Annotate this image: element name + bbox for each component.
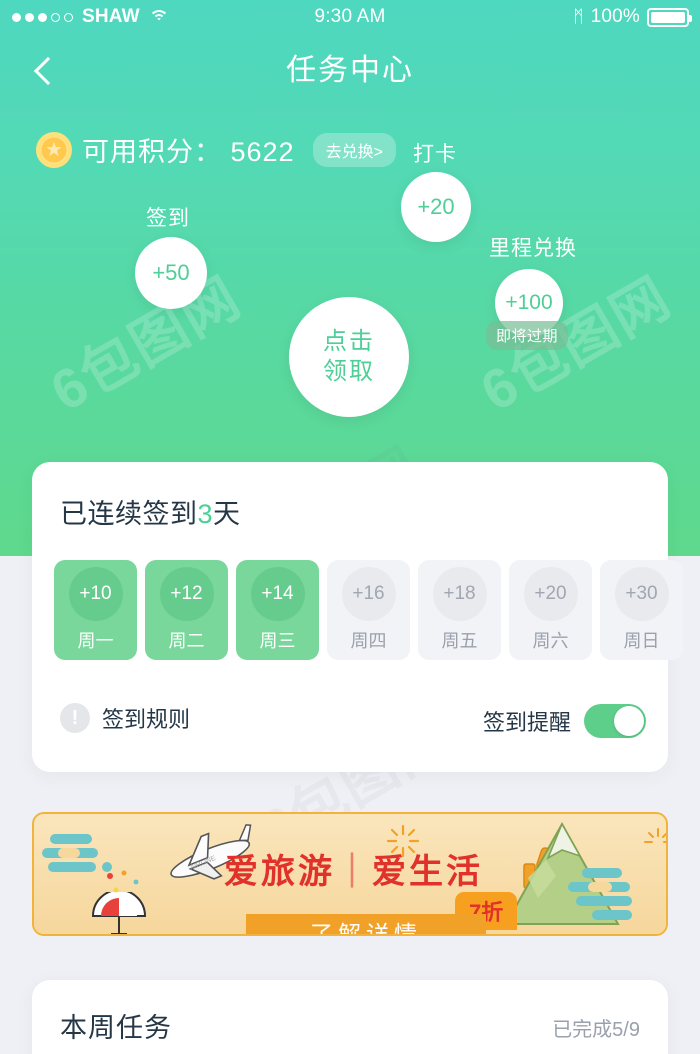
claim-line-2: 领取 bbox=[323, 358, 375, 385]
bubble-label-checkin: 签到 bbox=[146, 207, 190, 230]
weekly-tasks-progress: 已完成5/9 bbox=[552, 1019, 640, 1041]
banner-title: 爱旅游｜爱生活 bbox=[224, 853, 483, 891]
claim-line-1: 点击 bbox=[323, 328, 375, 355]
confetti-icon bbox=[107, 870, 139, 893]
checkin-rules-button[interactable]: ! 签到规则 bbox=[60, 702, 190, 734]
weekly-tasks-title: 本周任务 bbox=[60, 1013, 172, 1043]
checkin-day-label: 周四 bbox=[350, 631, 387, 651]
checkin-day-points: +10 bbox=[68, 567, 123, 621]
phone-screen: 6包图网 6包图网 6包图网 6包图网 6包图网 6包图网 SHAW 9:30 … bbox=[0, 0, 700, 1054]
checkin-day-label: 周一 bbox=[77, 631, 114, 651]
checkin-day-points: +18 bbox=[432, 567, 487, 621]
promo-banner[interactable]: AIRLINE 爱旅游｜爱生活 7折 了解详情 bbox=[32, 812, 668, 936]
checkin-day-cell[interactable]: +10 周一 bbox=[54, 560, 137, 660]
go-exchange-button[interactable]: 去兑换> bbox=[312, 132, 396, 167]
checkin-day-points: +12 bbox=[159, 567, 214, 621]
banner-cta-button[interactable]: 了解详情 bbox=[246, 914, 486, 934]
checkin-reminder-row: 签到提醒 bbox=[483, 704, 646, 738]
checkin-reminder-toggle[interactable] bbox=[584, 704, 646, 738]
consecutive-checkin-title: 已连续签到3天 bbox=[60, 492, 241, 531]
cloud-icon bbox=[568, 868, 632, 920]
banner-title-right: 爱生活 bbox=[372, 853, 483, 891]
bubble-checkin[interactable]: +50 bbox=[135, 237, 207, 309]
checkin-day-label: 周日 bbox=[623, 631, 660, 651]
checkin-title-count: 3 bbox=[197, 499, 214, 529]
checkin-day-cell[interactable]: +20 周六 bbox=[509, 560, 592, 660]
banner-title-left: 爱旅游 bbox=[224, 853, 335, 891]
weekly-tasks-card: 本周任务 已完成5/9 bbox=[32, 980, 668, 1054]
bubble-label-mileage: 里程兑换 bbox=[489, 237, 577, 260]
firework-icon bbox=[644, 828, 666, 843]
checkin-reminder-label: 签到提醒 bbox=[482, 710, 571, 735]
back-button[interactable] bbox=[28, 54, 62, 88]
checkin-title-suffix: 天 bbox=[213, 499, 241, 529]
info-icon: ! bbox=[60, 703, 90, 733]
star-glyph: ★ bbox=[45, 138, 63, 161]
checkin-day-cell[interactable]: +14 周三 bbox=[236, 560, 319, 660]
checkin-days-row: +10 周一 +12 周二 +14 周三 +16 周四 +18 周五 +20 周六 +30 周日 bbox=[54, 560, 683, 660]
checkin-day-points: +30 bbox=[614, 567, 669, 621]
checkin-day-cell[interactable]: +30 周日 bbox=[600, 560, 683, 660]
bubble-punch[interactable]: +20 bbox=[401, 172, 471, 242]
coin-star-icon: ★ bbox=[36, 131, 72, 168]
toggle-knob bbox=[614, 706, 644, 736]
checkin-day-points: +14 bbox=[250, 567, 305, 621]
points-row: ★ 可用积分： 5622 去兑换> bbox=[36, 130, 396, 169]
claim-button[interactable]: 点击 领取 bbox=[289, 297, 409, 417]
checkin-day-points: +16 bbox=[341, 567, 396, 621]
battery-icon bbox=[647, 7, 692, 27]
checkin-title-prefix: 已连续签到 bbox=[60, 499, 198, 529]
status-bar-clock: 9:30 AM bbox=[314, 6, 386, 27]
checkin-day-points: +20 bbox=[523, 567, 578, 621]
navigation-bar: 任务中心 bbox=[0, 42, 700, 102]
checkin-rules-label: 签到规则 bbox=[102, 707, 191, 732]
checkin-card: 已连续签到3天 +10 周一 +12 周二 +14 周三 +16 周四 +18 周五 +20 周六 +3… bbox=[32, 462, 683, 772]
checkin-day-label: 周五 bbox=[441, 631, 478, 651]
checkin-day-cell[interactable]: +16 周四 bbox=[327, 560, 410, 660]
checkin-day-label: 周三 bbox=[259, 631, 296, 651]
checkin-day-cell[interactable]: +12 周二 bbox=[145, 560, 228, 660]
status-bar: SHAW 9:30 AM ᛗ 100% bbox=[0, 0, 700, 34]
page-title: 任务中心 bbox=[286, 54, 414, 87]
checkin-day-label: 周六 bbox=[532, 631, 569, 651]
available-points-label: 可用积分： 5622 bbox=[82, 137, 295, 167]
checkin-day-cell[interactable]: +18 周五 bbox=[418, 560, 501, 660]
expiring-soon-badge: 即将过期 bbox=[486, 321, 569, 350]
bubble-label-punch: 打卡 bbox=[413, 143, 457, 166]
checkin-day-label: 周二 bbox=[168, 631, 205, 651]
